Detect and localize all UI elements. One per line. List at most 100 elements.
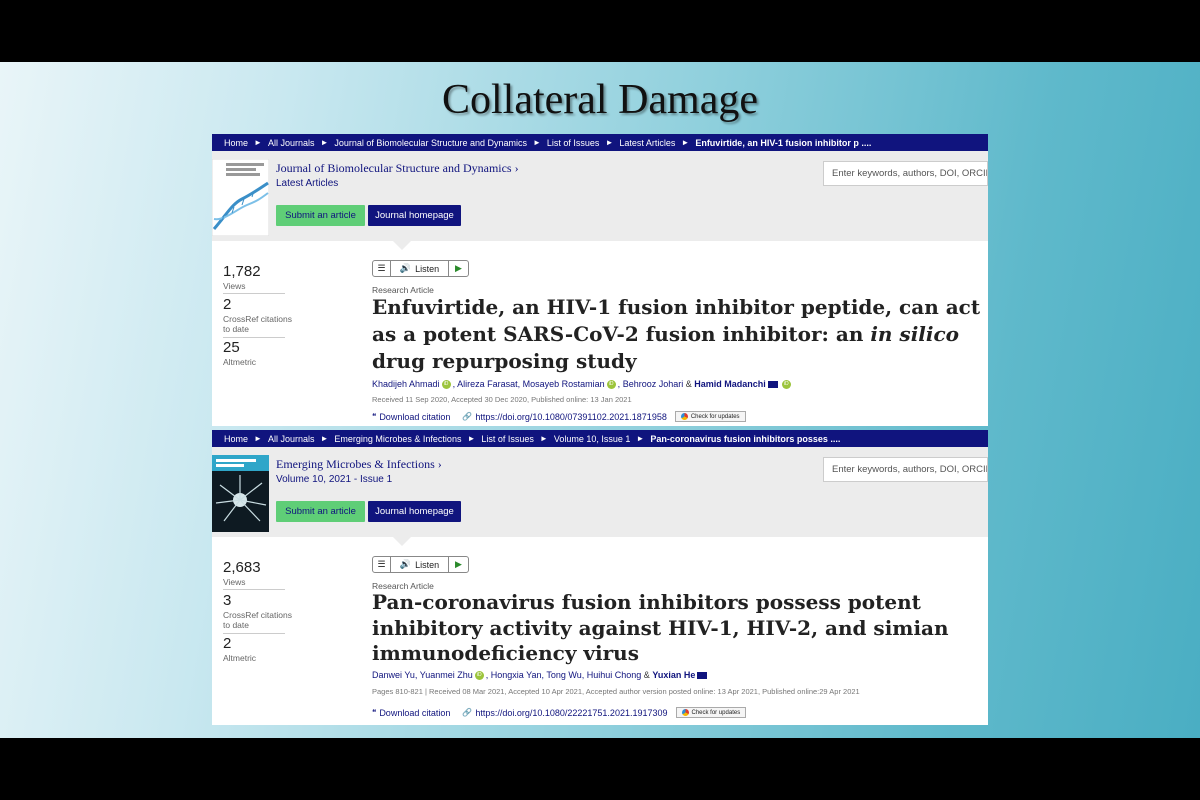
author-link[interactable]: Yuanmei Zhu [420, 670, 473, 680]
author-link[interactable]: Alireza Farasat [457, 379, 518, 389]
email-icon[interactable] [697, 672, 708, 680]
listen-widget[interactable]: ☰ 🔊 Listen ▶ [372, 260, 469, 277]
author-link[interactable]: Tong Wu [546, 670, 581, 680]
quote-icon: ❝ [372, 708, 377, 717]
orcid-icon[interactable]: iD [441, 380, 451, 390]
listen-button[interactable]: 🔊 Listen [391, 557, 448, 572]
author-link[interactable]: Danwei Yu [372, 670, 415, 680]
journal-homepage-button[interactable]: Journal homepage [368, 501, 461, 522]
article-links: ❝ Download citation 🔗 https://doi.org/10… [372, 411, 746, 422]
chevron-right-icon: ► [532, 138, 541, 147]
views-label: Views [223, 577, 246, 587]
author-link[interactable]: Huihui Chong [587, 670, 642, 680]
orcid-icon[interactable]: iD [474, 671, 484, 681]
journal-title[interactable]: Emerging Microbes & Infections › [276, 457, 442, 472]
article-title: Pan-coronavirus fusion inhibitors posses… [372, 590, 949, 665]
chevron-right-icon: ► [254, 138, 262, 147]
slide-title: Collateral Damage [441, 77, 759, 123]
check-for-updates-button[interactable]: Check for updates [675, 707, 747, 718]
download-citation-link[interactable]: Download citation [379, 708, 450, 718]
menu-icon[interactable]: ☰ [373, 557, 391, 572]
crossref-label: CrossRef citations to date [223, 314, 292, 334]
breadcrumb-issues[interactable]: List of Issues [481, 434, 534, 444]
link-icon: 🔗 [462, 412, 473, 421]
submit-article-button[interactable]: Submit an article [276, 205, 365, 226]
corresponding-author-link[interactable]: Hamid Madanchi [694, 379, 766, 389]
orcid-icon[interactable]: iD [781, 380, 791, 390]
journal-homepage-button[interactable]: Journal homepage [368, 205, 461, 226]
breadcrumb-journal[interactable]: Journal of Biomolecular Structure and Dy… [334, 138, 527, 148]
breadcrumb-current: Enfuvirtide, an HIV-1 fusion inhibitor p… [695, 137, 872, 148]
chevron-right-icon: ► [636, 434, 645, 443]
altmetric-label: Altmetric [223, 653, 257, 663]
header-notch [392, 536, 412, 546]
divider [223, 633, 285, 634]
altmetric-count: 2 [223, 635, 232, 652]
breadcrumb-issues[interactable]: List of Issues [547, 138, 600, 148]
journal-header: Emerging Microbes & Infections › Volume … [212, 447, 988, 546]
play-icon[interactable]: ▶ [448, 557, 468, 572]
journal-cover-image[interactable] [212, 455, 269, 532]
check-for-updates-button[interactable]: Check for updates [674, 411, 746, 422]
crossref-count: 2 [223, 296, 232, 313]
author-link[interactable]: Khadijeh Ahmadi [372, 379, 440, 389]
speaker-icon: 🔊 [399, 263, 412, 273]
author-link[interactable]: Mosayeb Rostamian [523, 379, 605, 389]
article-screenshot-2: Home ► All Journals ► Emerging Microbes & … [212, 430, 988, 725]
chevron-right-icon: › [437, 457, 442, 471]
breadcrumb-home[interactable]: Home [224, 434, 248, 444]
corresponding-author-link[interactable]: Yuxian He [652, 670, 695, 680]
link-icon: 🔗 [462, 708, 473, 717]
crossref-count: 3 [223, 592, 232, 609]
doi-link[interactable]: https://doi.org/10.1080/22221751.2021.19… [475, 708, 667, 718]
submit-article-button[interactable]: Submit an article [276, 501, 365, 522]
breadcrumb-current: Pan-coronavirus fusion inhibitors posses… [650, 433, 841, 444]
author-link[interactable]: Hongxia Yan [491, 670, 542, 680]
chevron-right-icon: ► [320, 434, 329, 443]
chevron-right-icon: › [514, 161, 519, 175]
chevron-right-icon: ► [254, 434, 262, 443]
chevron-right-icon: ► [467, 434, 476, 443]
play-icon[interactable]: ▶ [448, 261, 468, 276]
breadcrumb-latest[interactable]: Latest Articles [619, 138, 675, 148]
listen-button[interactable]: 🔊 Listen [391, 261, 448, 276]
listen-widget[interactable]: ☰ 🔊 Listen ▶ [372, 556, 469, 573]
breadcrumb-all-journals[interactable]: All Journals [268, 138, 315, 148]
menu-icon[interactable]: ☰ [373, 261, 391, 276]
crossmark-icon [680, 413, 688, 420]
header-notch [392, 240, 412, 250]
views-count: 1,782 [223, 263, 261, 280]
journal-header: Journal of Biomolecular Structure and Dy… [212, 151, 988, 250]
download-citation-link[interactable]: Download citation [379, 412, 450, 422]
journal-subtitle[interactable]: Volume 10, 2021 - Issue 1 [276, 474, 392, 485]
speaker-icon: 🔊 [399, 559, 412, 569]
breadcrumb-journal[interactable]: Emerging Microbes & Infections [334, 434, 461, 444]
email-icon[interactable] [767, 381, 778, 389]
article-screenshot-1: Home ► All Journals ► Journal of Biomolecu… [212, 134, 988, 426]
publication-dates: Received 11 Sep 2020, Accepted 30 Dec 20… [372, 395, 632, 404]
breadcrumb-volume[interactable]: Volume 10, Issue 1 [554, 434, 631, 444]
doi-link[interactable]: https://doi.org/10.1080/07391102.2021.18… [475, 412, 667, 422]
article-links: ❝ Download citation 🔗 https://doi.org/10… [372, 707, 747, 718]
author-list: Khadijeh Ahmadi iD, Alireza Farasat, Mosa… [372, 379, 793, 390]
crossmark-icon [681, 709, 689, 716]
search-input[interactable]: Enter keywords, authors, DOI, ORCID [823, 457, 988, 482]
chevron-right-icon: ► [539, 434, 548, 443]
journal-title[interactable]: Journal of Biomolecular Structure and Dy… [276, 161, 519, 176]
journal-subtitle[interactable]: Latest Articles [276, 178, 338, 189]
breadcrumb-all-journals[interactable]: All Journals [268, 434, 315, 444]
journal-cover-image[interactable] [212, 159, 269, 236]
divider [223, 293, 285, 294]
article-title: Enfuvirtide, an HIV-1 fusion inhibitor p… [372, 295, 981, 373]
chevron-right-icon: ► [605, 138, 614, 147]
breadcrumb: Home ► All Journals ► Emerging Microbes & … [212, 430, 988, 447]
chevron-right-icon: ► [681, 138, 690, 147]
quote-icon: ❝ [372, 412, 377, 421]
orcid-icon[interactable]: iD [606, 380, 616, 390]
breadcrumb-home[interactable]: Home [224, 138, 248, 148]
altmetric-count: 25 [223, 339, 240, 356]
author-link[interactable]: Behrooz Johari [623, 379, 684, 389]
chevron-right-icon: ► [320, 138, 329, 147]
search-input[interactable]: Enter keywords, authors, DOI, ORCID [823, 161, 988, 186]
divider [223, 589, 285, 590]
